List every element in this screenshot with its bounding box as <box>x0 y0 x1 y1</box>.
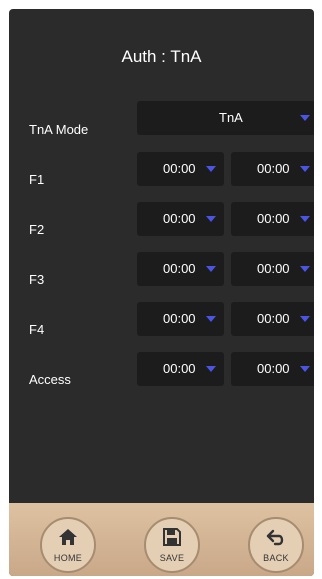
f3-from-value: 00:00 <box>163 261 196 276</box>
device-screen: Auth : TnA TnA Mode TnA F1 00:00 00:00 F… <box>9 9 314 576</box>
caret-down-icon <box>206 266 216 272</box>
f1-to-dropdown[interactable]: 00:00 <box>231 152 314 186</box>
caret-down-icon <box>300 115 310 121</box>
f4-from-value: 00:00 <box>163 311 196 326</box>
access-to-dropdown[interactable]: 00:00 <box>231 352 314 386</box>
caret-down-icon <box>300 216 310 222</box>
row-label-f3: F3 <box>29 272 45 287</box>
caret-down-icon <box>206 366 216 372</box>
caret-down-icon <box>300 166 310 172</box>
f1-from-dropdown[interactable]: 00:00 <box>137 152 224 186</box>
f2-from-dropdown[interactable]: 00:00 <box>137 202 224 236</box>
undo-arrow-icon <box>266 528 286 551</box>
row-label-f4: F4 <box>29 322 45 337</box>
save-button[interactable]: SAVE <box>144 517 200 573</box>
f3-to-value: 00:00 <box>257 261 290 276</box>
f2-to-value: 00:00 <box>257 211 290 226</box>
row-label-f2: F2 <box>29 222 45 237</box>
f4-to-value: 00:00 <box>257 311 290 326</box>
f4-to-dropdown[interactable]: 00:00 <box>231 302 314 336</box>
caret-down-icon <box>300 316 310 322</box>
caret-down-icon <box>300 266 310 272</box>
floppy-disk-icon <box>163 528 181 551</box>
back-label: BACK <box>263 553 289 563</box>
footer-bar: HOME SAVE BACK <box>9 503 314 576</box>
tna-mode-value: TnA <box>219 110 243 125</box>
f1-to-value: 00:00 <box>257 161 290 176</box>
f4-from-dropdown[interactable]: 00:00 <box>137 302 224 336</box>
f2-to-dropdown[interactable]: 00:00 <box>231 202 314 236</box>
access-to-value: 00:00 <box>257 361 290 376</box>
back-button[interactable]: BACK <box>248 517 304 573</box>
access-from-dropdown[interactable]: 00:00 <box>137 352 224 386</box>
caret-down-icon <box>206 166 216 172</box>
f2-from-value: 00:00 <box>163 211 196 226</box>
caret-down-icon <box>300 366 310 372</box>
f3-to-dropdown[interactable]: 00:00 <box>231 252 314 286</box>
home-label: HOME <box>53 553 83 563</box>
access-from-value: 00:00 <box>163 361 196 376</box>
save-label: SAVE <box>159 553 185 563</box>
row-label-f1: F1 <box>29 172 45 187</box>
tna-mode-dropdown[interactable]: TnA <box>137 101 314 135</box>
tna-mode-label: TnA Mode <box>29 122 89 137</box>
home-icon <box>58 528 78 551</box>
f1-from-value: 00:00 <box>163 161 196 176</box>
caret-down-icon <box>206 316 216 322</box>
caret-down-icon <box>206 216 216 222</box>
f3-from-dropdown[interactable]: 00:00 <box>137 252 224 286</box>
row-label-access: Access <box>29 372 71 387</box>
home-button[interactable]: HOME <box>40 517 96 573</box>
page-title: Auth : TnA <box>121 47 202 66</box>
